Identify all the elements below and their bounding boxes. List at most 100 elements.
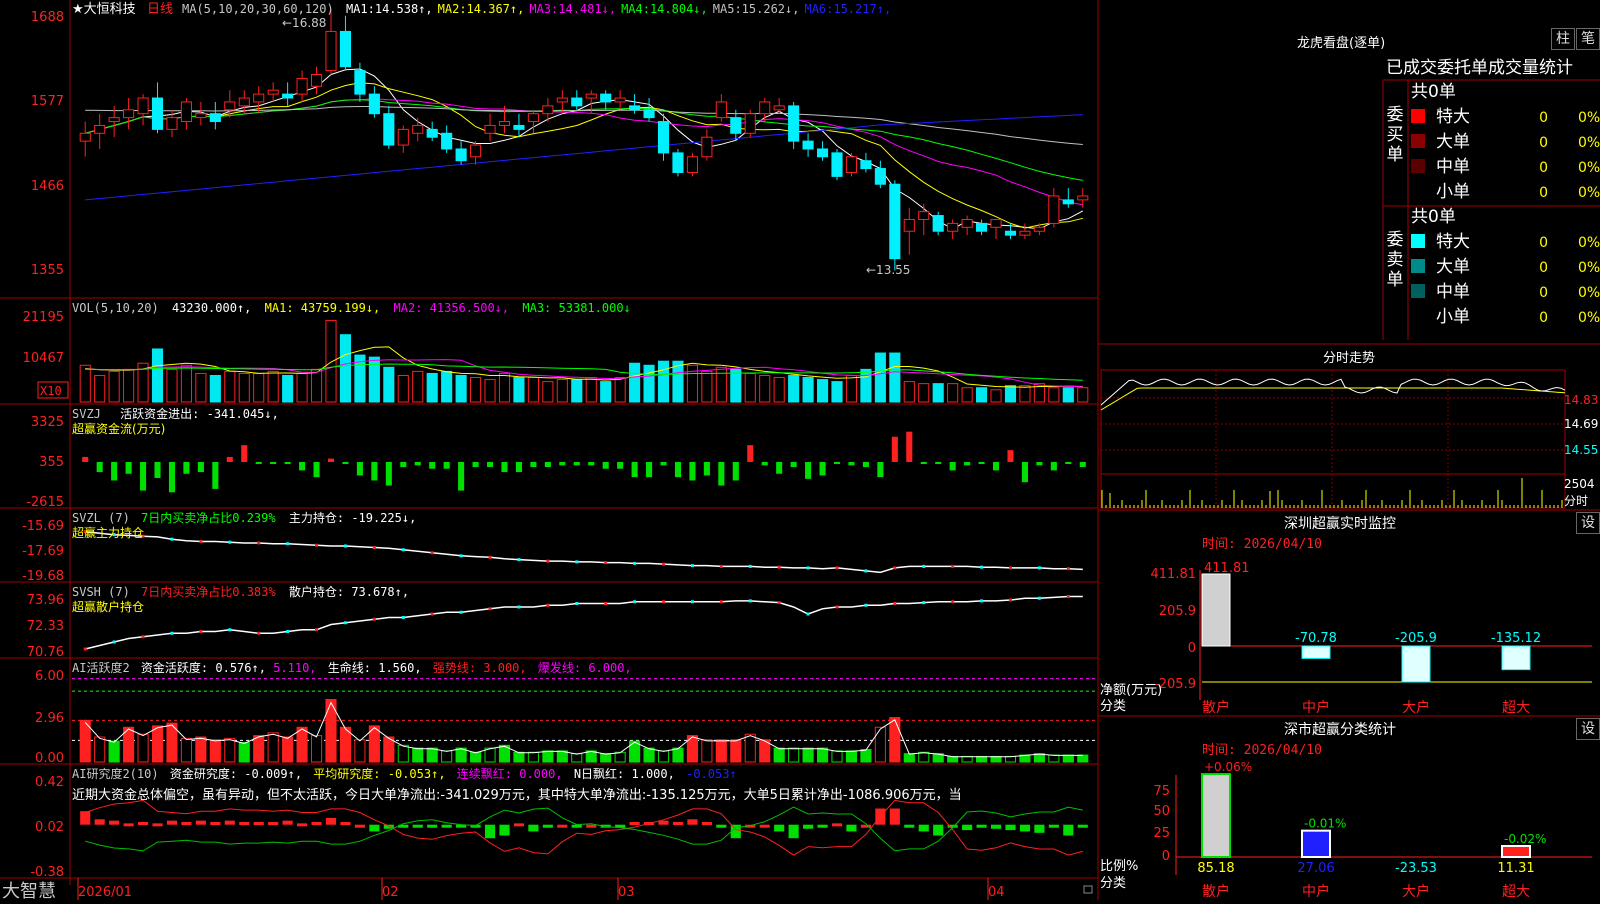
ai1-bar: [614, 751, 626, 763]
volume-bar: [195, 372, 207, 403]
screen: ★大恒科技 日线 MA(5,10,20,30,60,120) MA1:14.53…: [0, 0, 1600, 902]
g-svzl-dot: [488, 555, 492, 559]
sz-settings-button[interactable]: 设: [1576, 512, 1600, 534]
volume-bar: [845, 374, 858, 403]
svsh-chart: [83, 595, 1083, 651]
candle-body: [744, 113, 756, 134]
candle-body: [759, 101, 771, 115]
ai1-bar: [730, 739, 742, 763]
svzj-tick: 3325: [31, 415, 64, 430]
g-svsh-dot: [488, 607, 492, 611]
ai2-bar: [542, 824, 553, 828]
date-tick: 2026/01: [78, 885, 132, 900]
g-svzl-dot: [893, 566, 897, 570]
volume-bar: [94, 374, 106, 403]
stat-color-swatch: [1411, 134, 1425, 148]
candle-body: [976, 222, 988, 232]
sz-time: 时间: 2026/04/10: [1202, 537, 1322, 552]
svzj-bar: [573, 461, 580, 466]
fenshi-title: 分时走势: [1323, 350, 1375, 366]
stock-name: ★大恒科技: [72, 2, 136, 17]
ai2-bar: [1048, 824, 1059, 828]
ai1-bar: [788, 747, 800, 763]
g-svzl-dot: [199, 539, 203, 543]
volume-bar: [527, 377, 539, 403]
g-svsh-dot: [690, 600, 694, 604]
svzj-bar: [588, 461, 595, 466]
candle-body: [1033, 226, 1045, 232]
ai2-bar: [831, 823, 843, 827]
sz-bar: [1301, 645, 1331, 659]
fl-cat: 中户: [1302, 883, 1330, 900]
stat-row-pct: 0%: [1578, 135, 1600, 151]
volume-bar: [542, 381, 554, 403]
ai2-bar: [1077, 824, 1088, 828]
g-svzl-dot: [633, 561, 637, 565]
ai1-bar: [354, 739, 366, 763]
ma5-line: [85, 68, 1084, 230]
g-svzl-dot: [575, 560, 579, 564]
svzj-bar: [617, 461, 624, 469]
g-svzl-dot: [662, 562, 666, 566]
stat-row-pct: 0%: [1578, 110, 1600, 126]
fl-unit: 比例%: [1100, 859, 1138, 874]
candle-body: [123, 109, 135, 119]
svzj-bar: [313, 461, 320, 478]
ai2-bar: [918, 824, 929, 832]
g-svsh-dot: [922, 601, 926, 605]
ai1-bar: [600, 753, 612, 763]
ai2-item: 资金研究度: -0.009↑,: [170, 766, 302, 781]
ai2-bar: [282, 820, 293, 825]
candle-body: [238, 97, 250, 107]
candle-body: [224, 101, 236, 111]
ai1-bar: [412, 747, 424, 763]
candle-body: [137, 97, 149, 115]
svzj-bar: [848, 461, 855, 466]
ai2-bar: [904, 824, 915, 828]
volume-chart: [79, 319, 1089, 403]
ai2-bar: [297, 823, 308, 827]
ma-item-2: MA2:14.367↑,: [438, 2, 525, 16]
candle-body: [874, 168, 886, 185]
stat-row-pct: 0%: [1578, 310, 1600, 326]
ai2-title: AI研究度2(10): [72, 766, 159, 781]
ai1-item: 资金活跃度: 0.576↑,: [141, 660, 266, 675]
fl-tick: 75: [1153, 784, 1170, 799]
svzj-bar: [544, 461, 551, 468]
fl-bars: +0.06% 85.18 -0.01% 27.06 -23.53 -0.02% 11.31: [1175, 760, 1592, 876]
ai1-bar: [672, 747, 684, 763]
svzj-bar: [732, 461, 739, 481]
tick-mode-button[interactable]: 笔: [1576, 28, 1600, 50]
candle-body: [889, 183, 901, 260]
svzl-tick: -17.69: [22, 544, 64, 559]
ai1-bar: [744, 733, 756, 763]
ai2-bar: [716, 824, 727, 828]
fl-bar: [1501, 844, 1531, 858]
ai1-tick: 2.96: [35, 711, 64, 726]
g-svzl-dot: [228, 540, 232, 544]
svzj-bar: [1065, 461, 1072, 464]
g-svzl-dot: [459, 554, 463, 558]
volume-bar: [267, 370, 279, 403]
svzj-bar: [472, 461, 479, 468]
ai1-bar: [397, 744, 409, 763]
volume-bar: [1048, 387, 1060, 403]
stat-row-pct: 0%: [1578, 160, 1600, 176]
candle-body: [629, 105, 641, 111]
svzj-bar: [646, 461, 653, 478]
volume-bar: [585, 377, 597, 403]
sell-side-label: 委卖单: [1387, 230, 1404, 290]
fl-settings-button[interactable]: 设: [1576, 718, 1600, 740]
volume-bar: [238, 372, 250, 403]
ai1-bar: [180, 737, 192, 763]
candle-body: [1004, 230, 1017, 236]
candle-body: [339, 30, 352, 68]
candle-body: [180, 101, 192, 123]
ma120-line: [85, 114, 1083, 201]
bar-mode-button[interactable]: 柱: [1551, 28, 1575, 50]
candle-body: [860, 160, 872, 170]
g-svzl-dot: [922, 564, 926, 568]
candle-body: [1048, 195, 1060, 224]
candle-body: [542, 105, 554, 115]
g-svzl-dot: [951, 564, 955, 568]
